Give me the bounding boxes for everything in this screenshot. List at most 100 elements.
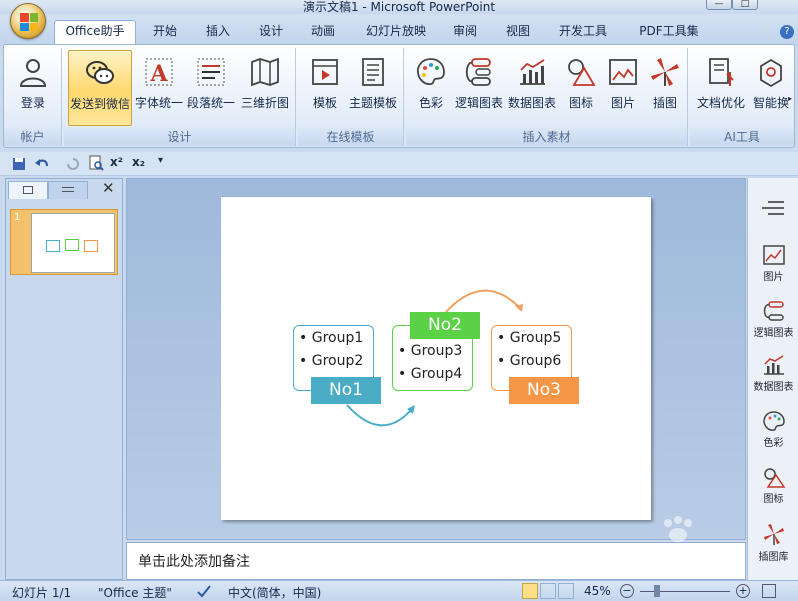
logic-chart-button[interactable]: 逻辑图表 — [455, 50, 503, 126]
picture-icon — [609, 59, 637, 85]
zoom-level[interactable]: 45% — [584, 584, 611, 598]
slides-tab-icon — [23, 186, 33, 194]
bullet-text: Group4 — [410, 366, 463, 382]
illustration-button[interactable]: 插图 — [642, 50, 688, 126]
tab-design[interactable]: 设计 — [248, 21, 294, 43]
tab-review[interactable]: 审阅 — [442, 21, 488, 43]
sidebar-item-picture[interactable]: 图片 — [748, 244, 798, 283]
arrow-no2-to-no3 — [445, 289, 520, 313]
tab-outline[interactable] — [48, 181, 88, 199]
bullet-item: • Group2 — [299, 353, 364, 369]
customize-qat-icon[interactable]: ▾ — [158, 155, 163, 166]
fit-to-window-icon[interactable] — [762, 584, 776, 598]
tab-slides[interactable] — [8, 181, 48, 199]
group-label-account: 帐户 — [4, 128, 61, 146]
picture-icon — [762, 245, 785, 265]
shapes-icon — [763, 468, 785, 488]
quick-access-toolbar: x² x₂ ▾ — [0, 152, 798, 176]
slide-thumbnail-1[interactable]: 1 — [10, 209, 118, 275]
data-chart-icon — [763, 355, 784, 375]
tab-home[interactable]: 开始 — [142, 21, 188, 43]
tab-office-assistant[interactable]: Office助手 — [54, 20, 136, 45]
template-button[interactable]: 模板 — [302, 50, 348, 126]
palette-icon — [416, 58, 445, 86]
slide-number: 1 — [14, 212, 21, 223]
label-no3[interactable]: No3 — [509, 377, 579, 404]
slideshow-view-icon[interactable] — [558, 583, 574, 599]
shapes-icon — [568, 59, 596, 86]
data-chart-icon — [520, 59, 545, 85]
theme-template-icon — [362, 58, 384, 86]
data-chart-button[interactable]: 数据图表 — [508, 50, 556, 126]
person-icon — [19, 59, 47, 87]
redo-icon[interactable] — [66, 157, 80, 171]
sidebar-label: 图片 — [763, 272, 784, 283]
zoom-slider-thumb[interactable] — [654, 585, 660, 597]
language[interactable]: 中文(简体，中国) — [228, 584, 321, 601]
superscript-button[interactable]: x² — [110, 155, 123, 169]
zoom-in-icon[interactable]: + — [736, 584, 750, 598]
group-insert-material: 色彩 逻辑图表 数据图表 图标 图片 插图 插入素材 — [406, 48, 688, 146]
group-label-online-templates: 在线模板 — [298, 128, 403, 146]
outline-tab-icon — [62, 187, 74, 192]
sidebar-item-data-chart[interactable]: 数据图表 — [748, 354, 798, 393]
sidebar-label: 逻辑图表 — [753, 328, 794, 339]
bullet-item: • Group1 — [299, 330, 364, 346]
close-panel-icon[interactable]: ✕ — [102, 179, 115, 197]
windmill-icon — [651, 58, 679, 86]
label-no2[interactable]: No2 — [410, 312, 480, 339]
collapse-sidebar-icon[interactable] — [762, 200, 784, 216]
sidebar-label: 色彩 — [763, 438, 784, 449]
3d-fold-button[interactable]: 三维折图 — [241, 50, 289, 126]
save-icon[interactable] — [12, 157, 26, 171]
office-button[interactable] — [10, 3, 46, 39]
group-label-ai-tools: AI工具 — [690, 128, 794, 146]
doc-optimize-button[interactable]: 文档优化 — [697, 50, 745, 126]
tab-insert[interactable]: 插入 — [195, 21, 241, 43]
logic-chart-icon — [763, 301, 784, 321]
group-account: 登录 帐户 — [4, 48, 62, 146]
undo-icon[interactable] — [34, 157, 50, 171]
send-to-wechat-button[interactable]: 发送到微信 — [68, 50, 132, 126]
tab-animation[interactable]: 动画 — [300, 21, 346, 43]
thumb-box-2 — [65, 239, 79, 251]
print-preview-icon[interactable] — [88, 155, 104, 171]
sidebar-item-logic-chart[interactable]: 逻辑图表 — [748, 300, 798, 339]
font-unify-button[interactable]: A 字体统一 — [135, 50, 183, 126]
help-icon[interactable]: ? — [780, 25, 794, 39]
bullet-text: Group2 — [311, 353, 364, 369]
template-icon — [312, 59, 338, 85]
group-label-insert-material: 插入素材 — [406, 128, 687, 146]
smart-replace-button[interactable]: 智能换 — [748, 50, 794, 126]
icon-button[interactable]: 图标 — [558, 50, 604, 126]
subscript-button[interactable]: x₂ — [132, 155, 145, 169]
svg-text:A: A — [149, 61, 168, 87]
slide-canvas[interactable]: • Group1 • Group2 No1 • Group3 • Group4 … — [221, 197, 651, 520]
baidu-watermark: Baidu经验 jingyan.baidu.com — [610, 515, 760, 575]
bullet-item: • Group5 — [497, 330, 562, 346]
slide-sorter-view-icon[interactable] — [540, 583, 556, 599]
paragraph-unify-button[interactable]: 段落统一 — [187, 50, 235, 126]
map-fold-icon — [251, 57, 279, 87]
theme-name[interactable]: "Office 主题" — [98, 584, 172, 601]
color-button[interactable]: 色彩 — [408, 50, 454, 126]
maximize-button[interactable]: □ — [732, 0, 758, 10]
sidebar-item-icon[interactable]: 图标 — [748, 466, 798, 505]
login-button[interactable]: 登录 — [10, 50, 56, 126]
bullet-item: • Group6 — [497, 353, 562, 369]
minimize-button[interactable]: — — [706, 0, 732, 10]
normal-view-icon[interactable] — [522, 583, 538, 599]
ribbon-more-icon[interactable]: ▸ — [788, 94, 792, 103]
spellcheck-icon[interactable] — [196, 584, 212, 598]
tab-view[interactable]: 视图 — [495, 21, 541, 43]
paragraph-icon — [197, 58, 225, 86]
tab-pdf-tools[interactable]: PDF工具集 — [628, 21, 710, 43]
zoom-out-icon[interactable]: − — [620, 584, 634, 598]
logic-chart-icon — [465, 58, 491, 86]
tab-slideshow[interactable]: 幻灯片放映 — [358, 21, 434, 43]
label-no1[interactable]: No1 — [311, 377, 381, 404]
sidebar-item-color[interactable]: 色彩 — [748, 410, 798, 449]
theme-template-button[interactable]: 主题模板 — [349, 50, 397, 126]
tab-developer[interactable]: 开发工具 — [550, 21, 616, 43]
picture-button[interactable]: 图片 — [600, 50, 646, 126]
